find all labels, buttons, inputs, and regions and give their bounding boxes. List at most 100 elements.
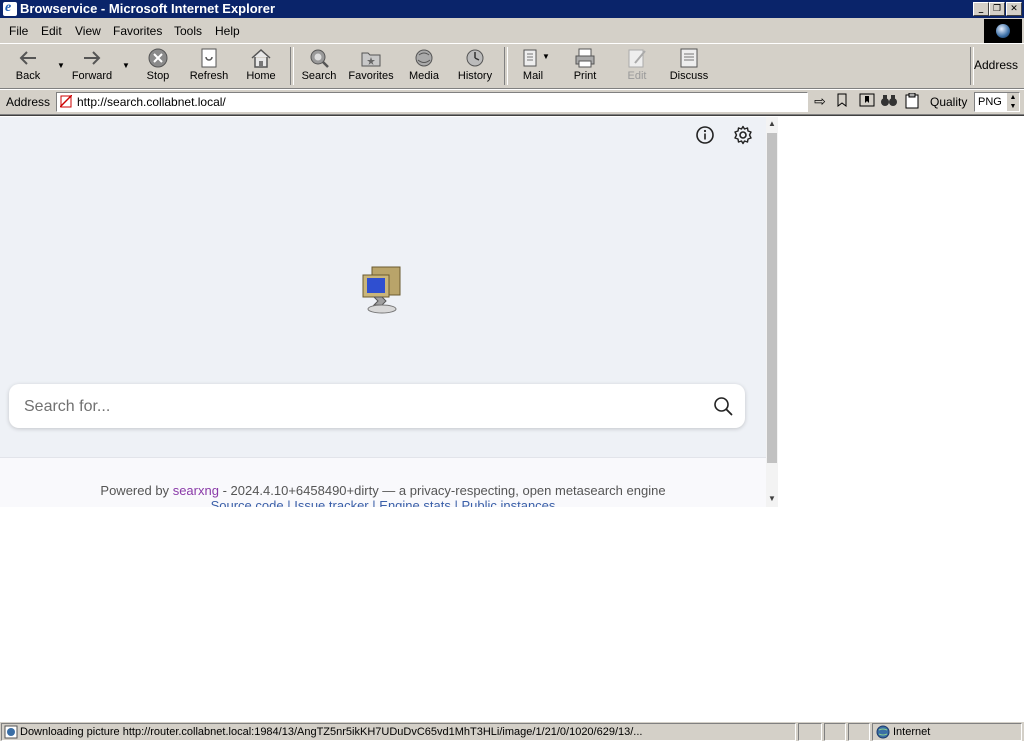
engine-stats-link[interactable]: Engine stats: [379, 499, 451, 507]
refresh-button[interactable]: Refresh: [188, 47, 230, 82]
search-globe-icon: [307, 47, 331, 69]
throbber: [984, 19, 1022, 43]
discuss-label: Discuss: [669, 70, 709, 82]
toolbar-separator: [290, 47, 294, 85]
back-arrow-icon: [16, 47, 40, 69]
footer-separator: |: [287, 499, 291, 507]
mail-label: Mail: [522, 70, 544, 82]
searxng-link[interactable]: searxng: [173, 483, 219, 498]
print-button[interactable]: Print: [570, 47, 600, 82]
zone-panel: Internet: [872, 723, 1022, 741]
quality-select[interactable]: PNG ▲ ▼: [974, 92, 1020, 112]
stop-icon: [146, 47, 170, 69]
bookmarks-list-icon[interactable]: [858, 93, 876, 111]
home-label: Home: [246, 70, 276, 82]
back-button[interactable]: Back: [12, 47, 44, 82]
search-label: Search: [301, 70, 337, 82]
menu-help[interactable]: Help: [215, 24, 240, 38]
home-icon: [249, 47, 273, 69]
edit-page-icon: [625, 47, 649, 69]
close-button[interactable]: ✕: [1006, 2, 1022, 16]
menu-edit[interactable]: Edit: [41, 24, 62, 38]
bookmark-icon[interactable]: [833, 93, 851, 111]
restore-button[interactable]: ❐: [989, 2, 1005, 16]
menu-tools[interactable]: Tools: [174, 24, 202, 38]
computer-logo-icon: [362, 266, 401, 314]
menu-view[interactable]: View: [75, 24, 101, 38]
zone-label: Internet: [893, 726, 931, 738]
menu-file[interactable]: File: [9, 24, 28, 38]
clipboard-icon[interactable]: [903, 92, 921, 111]
address-bar: Address http://search.collabnet.local/ ⇨…: [0, 89, 1024, 115]
favorites-label: Favorites: [348, 70, 394, 82]
standard-toolbar: Back ▼ Forward ▼ Stop Refresh Home Searc…: [0, 43, 1024, 89]
toolbar-separator: [504, 47, 508, 85]
settings-gear-icon[interactable]: [733, 125, 753, 145]
status-text: Downloading picture http://router.collab…: [20, 726, 643, 738]
refresh-icon: [197, 47, 221, 69]
issue-tracker-link[interactable]: Issue tracker: [294, 499, 368, 507]
page-content: Search for... Powered by searxng - 2024.…: [0, 115, 1024, 722]
title-bar: e Browservice - Microsoft Internet Explo…: [0, 0, 1024, 18]
status-panel: [848, 723, 870, 741]
discuss-button[interactable]: Discuss: [668, 47, 710, 82]
edit-label: Edit: [627, 70, 647, 82]
windows-globe-icon: [996, 24, 1010, 38]
ie-icon: e: [3, 0, 17, 16]
minimize-button[interactable]: _: [973, 2, 989, 16]
info-icon[interactable]: [695, 125, 715, 145]
search-icon[interactable]: [713, 396, 733, 416]
find-binoculars-icon[interactable]: [880, 93, 898, 111]
search-box[interactable]: Search for...: [9, 384, 745, 428]
stop-button[interactable]: Stop: [143, 47, 173, 82]
search-button[interactable]: Search: [300, 47, 338, 82]
address-label: Address: [6, 95, 51, 109]
source-code-link[interactable]: Source code: [211, 499, 284, 507]
quality-spinner[interactable]: ▲ ▼: [1007, 93, 1019, 111]
favorites-folder-icon: [359, 47, 383, 69]
ie-page-icon: [4, 725, 18, 739]
favorites-button[interactable]: Favorites: [346, 47, 396, 82]
menu-bar: File Edit View Favorites Tools Help: [0, 20, 1024, 42]
go-arrow-icon[interactable]: ⇨: [811, 93, 829, 111]
quality-label: Quality: [930, 95, 968, 109]
window-title: Browservice - Microsoft Internet Explore…: [20, 1, 276, 16]
address-input[interactable]: http://search.collabnet.local/: [56, 92, 808, 112]
mail-dropdown-icon[interactable]: ▼: [542, 52, 550, 61]
history-button[interactable]: History: [456, 47, 494, 82]
internet-globe-icon: [876, 725, 890, 739]
footer-suffix: - 2024.4.10+6458490+dirty — a privacy-re…: [222, 483, 666, 498]
scroll-up-icon[interactable]: ▲: [768, 119, 776, 128]
footer-separator: |: [454, 499, 458, 507]
status-text-panel: Downloading picture http://router.collab…: [1, 723, 796, 741]
back-dropdown-icon[interactable]: ▼: [57, 61, 65, 70]
status-bar: Downloading picture http://router.collab…: [0, 721, 1024, 741]
history-icon: [463, 47, 487, 69]
forward-arrow-icon: [80, 47, 104, 69]
search-input[interactable]: Search for...: [24, 398, 110, 416]
footer-text: Powered by searxng - 2024.4.10+6458490+d…: [0, 483, 766, 498]
frame-scrollbar[interactable]: ▲ ▼: [766, 117, 778, 507]
edit-button[interactable]: Edit: [624, 47, 650, 82]
media-label: Media: [409, 70, 439, 82]
print-label: Print: [573, 70, 597, 82]
forward-button[interactable]: Forward: [70, 47, 114, 82]
refresh-label: Refresh: [189, 70, 229, 82]
forward-dropdown-icon[interactable]: ▼: [122, 61, 130, 70]
menu-favorites[interactable]: Favorites: [113, 24, 162, 38]
address-url: http://search.collabnet.local/: [77, 95, 226, 109]
status-panel: [798, 723, 822, 741]
quality-value: PNG: [978, 96, 1002, 108]
browser-window: e Browservice - Microsoft Internet Explo…: [0, 0, 1024, 741]
back-label: Back: [15, 70, 41, 82]
public-instances-link[interactable]: Public instances: [461, 499, 555, 507]
footer-links: Source code | Issue tracker | Engine sta…: [0, 499, 766, 507]
home-button[interactable]: Home: [244, 47, 278, 82]
media-button[interactable]: Media: [406, 47, 442, 82]
address-toolbar-label[interactable]: Address: [974, 58, 1018, 72]
discuss-icon: [677, 47, 701, 69]
stop-label: Stop: [146, 70, 170, 82]
footer-prefix: Powered by: [100, 483, 170, 498]
scroll-down-icon[interactable]: ▼: [768, 494, 776, 503]
scrollbar-thumb[interactable]: [767, 133, 777, 463]
